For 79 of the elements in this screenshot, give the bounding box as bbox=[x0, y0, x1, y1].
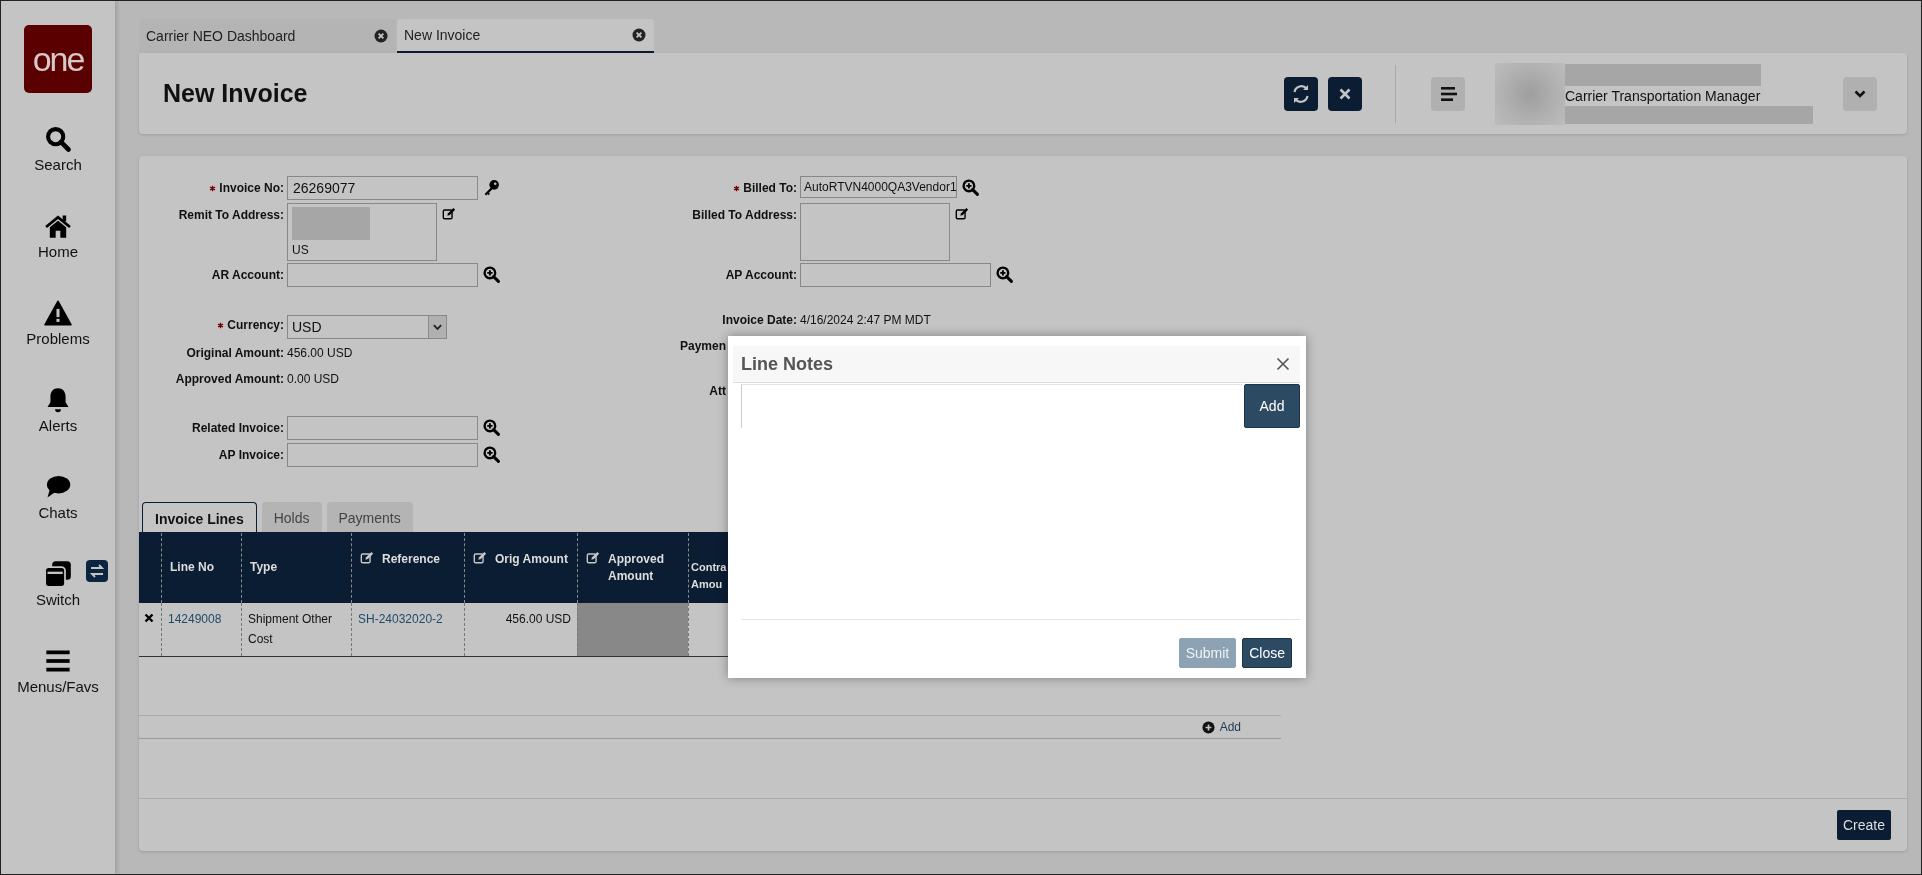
table-cell[interactable] bbox=[577, 603, 688, 656]
zoom-in-icon[interactable] bbox=[962, 179, 979, 196]
table-link[interactable]: 14249008 bbox=[168, 612, 222, 626]
zoom-in-icon[interactable] bbox=[996, 266, 1013, 283]
note-field[interactable] bbox=[741, 384, 1242, 428]
column-header[interactable]: Orig Amount bbox=[495, 551, 568, 568]
column-header[interactable]: Reference bbox=[382, 551, 441, 568]
text-field[interactable]: 26269077 bbox=[287, 176, 478, 200]
field-label: Billed To Address: bbox=[692, 208, 797, 222]
add-button[interactable]: Add bbox=[1244, 384, 1300, 428]
field-label: AR Account: bbox=[211, 268, 284, 282]
field-label: Original Amount: bbox=[186, 346, 284, 360]
warning-icon bbox=[44, 299, 72, 327]
text-field[interactable] bbox=[800, 263, 991, 287]
field-value: 456.00 USD bbox=[287, 345, 353, 360]
close-icon[interactable] bbox=[1276, 357, 1290, 371]
field-label: Billed To: bbox=[743, 181, 797, 195]
field-label: Related Invoice: bbox=[191, 421, 284, 435]
close-icon[interactable] bbox=[374, 29, 388, 43]
column-header[interactable]: Contra Amou bbox=[691, 551, 728, 593]
logo[interactable]: one bbox=[24, 25, 92, 93]
text-field[interactable] bbox=[287, 416, 478, 440]
edit-icon[interactable] bbox=[442, 207, 456, 221]
caret-icon bbox=[428, 316, 446, 338]
delete-icon[interactable] bbox=[144, 613, 154, 623]
user-role: Carrier Transportation Manager bbox=[1565, 87, 1762, 104]
text-field[interactable] bbox=[287, 263, 478, 287]
page-tab[interactable]: Carrier NEO Dashboard bbox=[139, 19, 396, 53]
text-field[interactable] bbox=[287, 443, 478, 467]
sidebar-item[interactable]: Menus/Favs bbox=[17, 647, 99, 734]
field-label: Invoice No: bbox=[219, 181, 284, 195]
sidebar-item[interactable]: Problems bbox=[26, 299, 90, 386]
dialog-close-button[interactable]: Close bbox=[1242, 638, 1292, 668]
sidebar-item[interactable]: Home bbox=[38, 212, 78, 299]
swap-icon[interactable] bbox=[86, 560, 108, 582]
section-tab[interactable]: Holds bbox=[261, 502, 322, 532]
field-label: Invoice Date: bbox=[722, 313, 797, 327]
table-link[interactable]: SH-24032020-2 bbox=[358, 612, 443, 626]
field-label: Att bbox=[709, 384, 726, 398]
page-title: New Invoice bbox=[163, 79, 308, 108]
sidebar-item[interactable]: Alerts bbox=[38, 386, 78, 473]
column-header[interactable]: Type bbox=[250, 551, 278, 576]
zoom-in-icon[interactable] bbox=[483, 266, 500, 283]
field-label: AP Account: bbox=[725, 268, 797, 282]
field-label: AP Invoice: bbox=[218, 448, 284, 462]
sidebar-item[interactable]: Chats bbox=[38, 473, 78, 560]
key-icon[interactable] bbox=[483, 179, 500, 196]
field-label: Remit To Address: bbox=[178, 208, 284, 222]
search-icon bbox=[44, 125, 72, 153]
dialog-title: Line Notes bbox=[741, 353, 833, 375]
section-tab[interactable]: Payments bbox=[326, 502, 413, 532]
field-label: Currency: bbox=[227, 318, 284, 332]
windows-icon bbox=[44, 560, 72, 588]
section-tab[interactable]: Invoice Lines bbox=[142, 502, 257, 532]
field-value: 4/16/2024 2:47 PM MDT bbox=[800, 312, 931, 327]
field-value: 0.00 USD bbox=[287, 371, 340, 386]
field-label: Approved Amount: bbox=[175, 372, 284, 386]
field-label: Paymen bbox=[679, 339, 726, 353]
dropdown-button[interactable] bbox=[1843, 76, 1877, 111]
sidebar-item[interactable]: Search bbox=[34, 125, 82, 212]
table-cell: Shipment Other Cost bbox=[241, 603, 351, 656]
currency-select[interactable]: USD bbox=[287, 315, 447, 339]
sidebar-item[interactable]: Switch bbox=[35, 560, 81, 647]
plus-circle-icon bbox=[1201, 720, 1215, 734]
refresh-button[interactable] bbox=[1284, 76, 1318, 111]
column-header[interactable]: Approved Amount bbox=[608, 551, 688, 585]
zoom-in-icon[interactable] bbox=[483, 419, 500, 436]
address-field[interactable]: US bbox=[287, 203, 437, 261]
close-icon[interactable] bbox=[632, 28, 646, 42]
create-button[interactable]: Create bbox=[1836, 810, 1891, 840]
add-link[interactable]: Add bbox=[1201, 720, 1241, 734]
menu-button[interactable] bbox=[1431, 76, 1465, 111]
address-field[interactable] bbox=[800, 203, 950, 261]
edit-icon[interactable] bbox=[955, 207, 969, 221]
page-tab[interactable]: New Invoice bbox=[397, 19, 654, 53]
zoom-in-icon[interactable] bbox=[483, 446, 500, 463]
column-header[interactable]: Line No bbox=[170, 551, 214, 576]
address-line: US bbox=[292, 243, 310, 257]
close-button[interactable] bbox=[1328, 76, 1362, 111]
